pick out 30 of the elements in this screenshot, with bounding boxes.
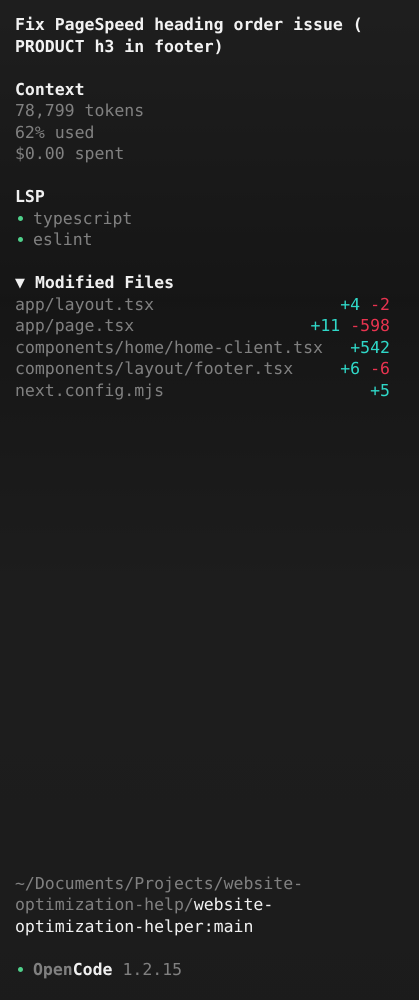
lsp-server: typescript: [33, 208, 132, 229]
additions-count: +6: [340, 358, 360, 380]
app-version: 1.2.15: [122, 958, 182, 980]
session-title: Fix PageSpeed heading order issue ( PRODUCT h3 in footer): [15, 14, 364, 57]
deletions-count: -6: [370, 358, 390, 380]
file-path: app/page.tsx: [15, 315, 134, 336]
deletions-count: -598: [350, 315, 390, 336]
file-path: components/home/home-client.tsx: [15, 336, 323, 358]
context-stat: $0.00 spent: [15, 143, 126, 164]
section-heading: Modified Files: [34, 272, 174, 294]
status-dot-icon: [18, 966, 23, 972]
file-path: next.config.mjs: [15, 380, 164, 401]
additions-count: +5: [370, 380, 390, 401]
context-stat: 62% used: [15, 122, 96, 143]
deletions-count: -2: [370, 294, 390, 315]
additions-count: +542: [350, 336, 390, 358]
lsp-server: eslint: [33, 229, 93, 250]
file-path: components/layout/footer.tsx: [15, 358, 294, 380]
section-heading: Context: [15, 78, 86, 100]
context-stat: 78,799 tokens: [15, 100, 146, 122]
app-name-part: Open: [33, 960, 73, 978]
collapse-toggle[interactable]: ▼: [15, 272, 25, 294]
section-heading: LSP: [15, 186, 46, 208]
app-name-part: Code: [72, 960, 112, 978]
directory-path: ~/Documents/Projects/website-optimization-help/website-optimization-helper:main: [15, 872, 304, 937]
status-dot-icon: [18, 237, 23, 242]
additions-count: +4: [340, 294, 360, 315]
additions-count: +11: [310, 315, 340, 336]
file-path: app/layout.tsx: [15, 294, 154, 315]
status-dot-icon: [18, 216, 23, 221]
